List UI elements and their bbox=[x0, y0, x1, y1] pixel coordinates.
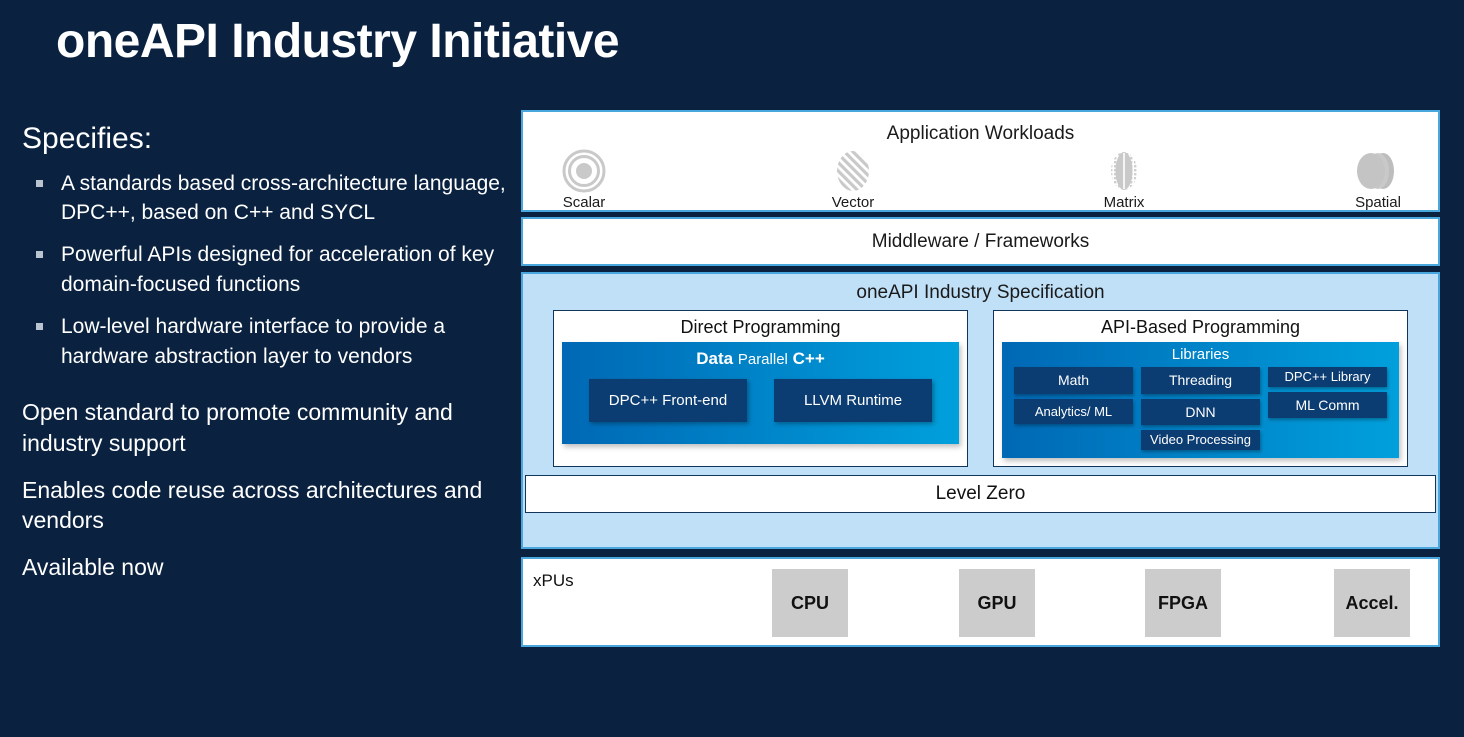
workload-label: Scalar bbox=[529, 194, 639, 211]
specifies-heading: Specifies: bbox=[22, 123, 512, 155]
middleware-frameworks-title: Middleware / Frameworks bbox=[523, 231, 1438, 253]
workload-scalar: Scalar bbox=[529, 149, 639, 211]
direct-programming-box: Direct Programming Data Parallel C++ DPC… bbox=[553, 310, 968, 467]
chip-analytics-ml[interactable]: Analytics/ ML bbox=[1014, 399, 1133, 425]
application-workloads-title: Application Workloads bbox=[523, 123, 1438, 145]
api-based-programming-box: API-Based Programming Libraries Math Ana… bbox=[993, 310, 1408, 467]
xpu-chip-cpu[interactable]: CPU bbox=[772, 569, 848, 637]
list-item: Powerful APIs designed for acceleration … bbox=[22, 240, 512, 300]
bullet-text: Low-level hardware interface to provide … bbox=[61, 312, 512, 372]
xpu-chip-gpu[interactable]: GPU bbox=[959, 569, 1035, 637]
chip-dpcpp-front-end[interactable]: DPC++ Front-end bbox=[589, 379, 747, 422]
grid-ellipse-icon bbox=[1069, 149, 1179, 193]
libraries-column-1: Math Analytics/ ML bbox=[1014, 367, 1133, 450]
workload-matrix: Matrix bbox=[1069, 149, 1179, 211]
bullet-text: A standards based cross-architecture lan… bbox=[61, 169, 512, 229]
architecture-diagram: Application Workloads Scalar bbox=[521, 110, 1440, 647]
xpus-panel: xPUs CPU GPU FPGA Accel. bbox=[521, 557, 1440, 647]
chip-threading[interactable]: Threading bbox=[1141, 367, 1260, 394]
workload-vector: Vector bbox=[798, 149, 908, 211]
closing-statement: Available now bbox=[22, 552, 512, 583]
chip-video-processing[interactable]: Video Processing bbox=[1141, 430, 1260, 450]
chip-math[interactable]: Math bbox=[1014, 367, 1133, 394]
xpus-label: xPUs bbox=[533, 571, 574, 591]
libraries-column-3: DPC++ Library ML Comm bbox=[1268, 367, 1387, 450]
direct-programming-title: Direct Programming bbox=[562, 317, 959, 338]
closing-statements: Open standard to promote community and i… bbox=[22, 397, 512, 582]
left-content-column: Specifies: A standards based cross-archi… bbox=[22, 123, 512, 598]
xpu-chip-accel[interactable]: Accel. bbox=[1334, 569, 1410, 637]
specifies-bullet-list: A standards based cross-architecture lan… bbox=[22, 169, 512, 372]
slide-root: oneAPI Industry Initiative Specifies: A … bbox=[0, 0, 1464, 737]
middleware-frameworks-panel: Middleware / Frameworks bbox=[521, 217, 1440, 266]
bullet-square-icon bbox=[36, 323, 43, 330]
bullet-square-icon bbox=[36, 180, 43, 187]
hatched-ellipse-icon bbox=[798, 149, 908, 193]
libraries-column-2: Threading DNN Video Processing bbox=[1141, 367, 1260, 450]
chip-dnn[interactable]: DNN bbox=[1141, 399, 1260, 426]
closing-statement: Open standard to promote community and i… bbox=[22, 397, 512, 458]
workload-icon-row: Scalar Vector bbox=[523, 145, 1438, 213]
xpu-chip-fpga[interactable]: FPGA bbox=[1145, 569, 1221, 637]
bullet-text: Powerful APIs designed for acceleration … bbox=[61, 240, 512, 300]
workload-label: Vector bbox=[798, 194, 908, 211]
dpcpp-word-parallel: Parallel bbox=[738, 351, 788, 368]
bullet-square-icon bbox=[36, 251, 43, 258]
workload-label: Matrix bbox=[1069, 194, 1179, 211]
api-based-programming-title: API-Based Programming bbox=[1002, 317, 1399, 338]
workload-spatial: Spatial bbox=[1323, 149, 1433, 211]
specification-columns: Direct Programming Data Parallel C++ DPC… bbox=[523, 310, 1438, 467]
direct-programming-chips: DPC++ Front-end LLVM Runtime bbox=[562, 379, 959, 422]
chip-dpcpp-library[interactable]: DPC++ Library bbox=[1268, 367, 1387, 387]
application-workloads-panel: Application Workloads Scalar bbox=[521, 110, 1440, 212]
chip-llvm-runtime[interactable]: LLVM Runtime bbox=[774, 379, 932, 422]
data-parallel-cpp-block: Data Parallel C++ DPC++ Front-end LLVM R… bbox=[562, 342, 959, 444]
dpcpp-word-cpp: C++ bbox=[793, 349, 825, 368]
closing-statement: Enables code reuse across architectures … bbox=[22, 475, 512, 536]
oneapi-specification-panel: oneAPI Industry Specification Direct Pro… bbox=[521, 272, 1440, 549]
data-parallel-cpp-heading: Data Parallel C++ bbox=[562, 349, 959, 369]
libraries-grid: Math Analytics/ ML Threading DNN Video P… bbox=[1008, 367, 1393, 450]
chip-ml-comm[interactable]: ML Comm bbox=[1268, 392, 1387, 419]
libraries-heading: Libraries bbox=[1008, 346, 1393, 363]
libraries-block: Libraries Math Analytics/ ML Threading D… bbox=[1002, 342, 1399, 458]
concentric-circles-icon bbox=[529, 149, 639, 193]
workload-label: Spatial bbox=[1323, 194, 1433, 211]
stacked-discs-icon bbox=[1323, 149, 1433, 193]
dpcpp-word-data: Data bbox=[696, 349, 733, 368]
level-zero-box: Level Zero bbox=[525, 475, 1436, 513]
list-item: Low-level hardware interface to provide … bbox=[22, 312, 512, 372]
oneapi-specification-title: oneAPI Industry Specification bbox=[523, 282, 1438, 304]
page-title: oneAPI Industry Initiative bbox=[56, 14, 619, 69]
list-item: A standards based cross-architecture lan… bbox=[22, 169, 512, 229]
